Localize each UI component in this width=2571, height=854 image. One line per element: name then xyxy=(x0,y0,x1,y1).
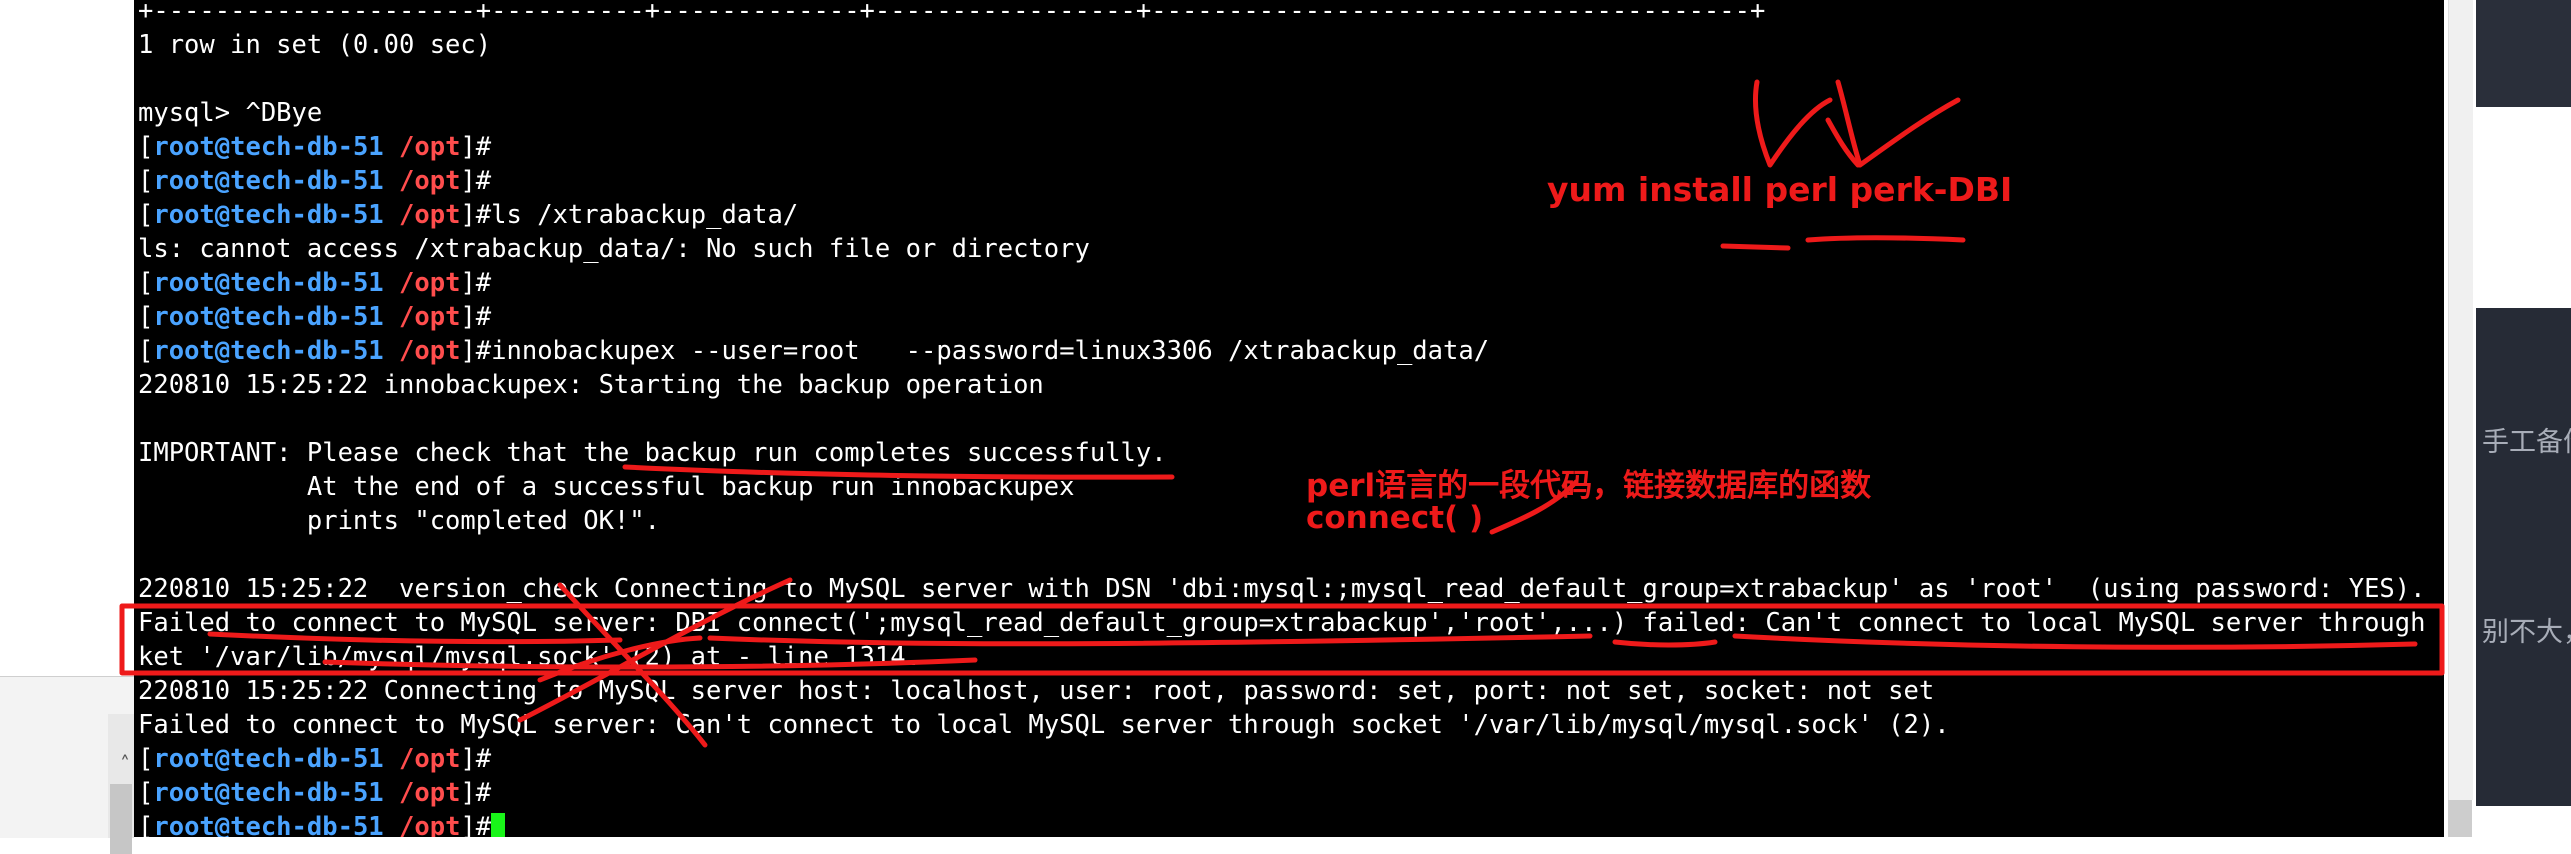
annotation-underline-socket xyxy=(322,657,978,670)
annotation-underline-perkdbi xyxy=(1805,235,1966,243)
annotation-underline-important xyxy=(622,464,1175,480)
annotation-connect-note: connect( ) xyxy=(1306,500,1484,536)
annotation-perl-note: perl语言的一段代码，链接数据库的函数 xyxy=(1306,468,1872,504)
annotation-arrow-1 xyxy=(1752,79,1833,168)
annotation-cross-1 xyxy=(517,577,793,723)
annotation-underline-cant-connect xyxy=(1732,633,2418,650)
annotation-underline-dbi-connect xyxy=(707,633,1593,647)
annotation-arrow-2 xyxy=(1835,79,1961,168)
annotation-underline-failed xyxy=(1612,639,1718,648)
annotation-yum-install: yum install perl perk-DBI xyxy=(1547,170,2013,209)
annotation-layer xyxy=(119,79,2445,748)
annotation-underline-failed-to-connect xyxy=(207,631,623,645)
annotation-underline-perl xyxy=(1720,243,1791,251)
